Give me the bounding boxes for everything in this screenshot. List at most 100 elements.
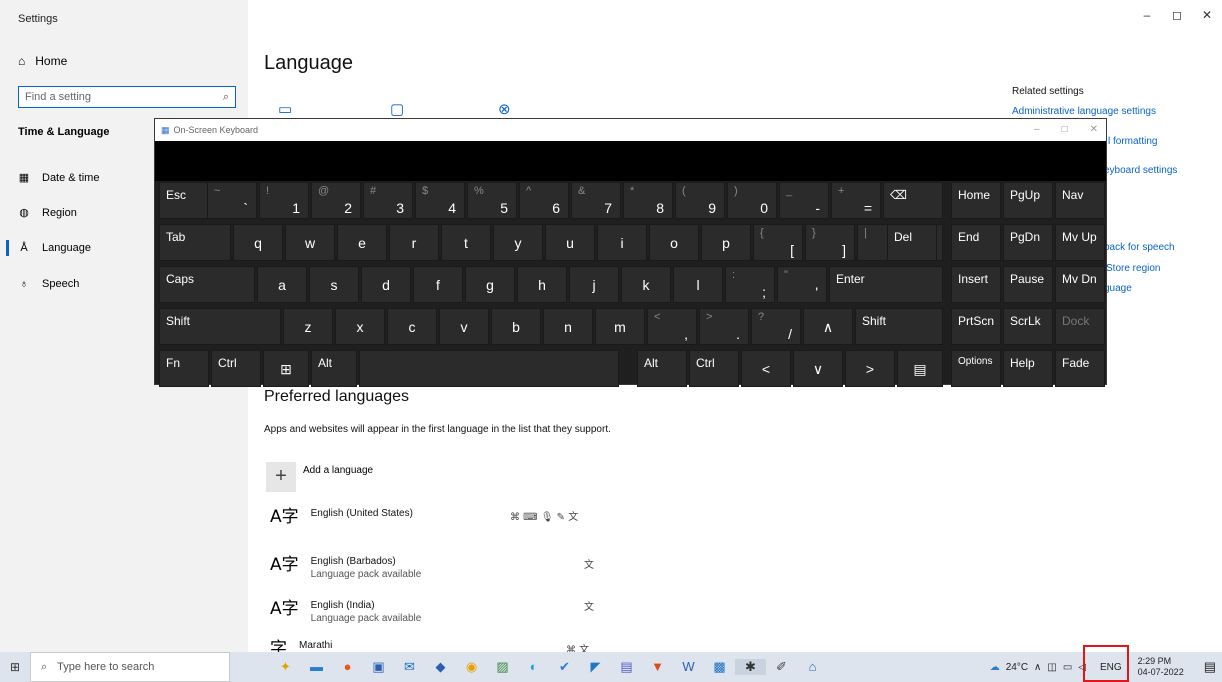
osk-key[interactable]: c [387, 308, 437, 345]
osk-key[interactable]: m [595, 308, 645, 345]
osk-key[interactable]: ) 0 [727, 182, 777, 219]
osk-key[interactable]: f [413, 266, 463, 303]
osk-minimize-button[interactable]: – [1034, 124, 1040, 135]
osk-key[interactable]: ^ 6 [519, 182, 569, 219]
osk-key[interactable]: i [597, 224, 647, 261]
osk-key[interactable]: ⊞ [263, 350, 309, 387]
osk-close-button[interactable]: ✕ [1090, 124, 1098, 135]
osk-key[interactable]: z [283, 308, 333, 345]
osk-key[interactable]: t [441, 224, 491, 261]
osk-key[interactable]: (9 [675, 182, 725, 219]
osk-key[interactable]: d [361, 266, 411, 303]
osk-key[interactable]: Del [887, 224, 937, 261]
osk-key[interactable]: ~ ` [207, 182, 257, 219]
osk-key[interactable]: ▤ [897, 350, 943, 387]
keyboard-settings-link[interactable]: eyboard settings [1104, 165, 1177, 176]
teams-icon[interactable]: ▤ [611, 659, 642, 675]
osk-key[interactable]: s [309, 266, 359, 303]
sidebar-item-language[interactable]: Å Language [18, 242, 91, 254]
edge-icon[interactable]: ◐ [518, 659, 549, 675]
osk-key[interactable]: <, [647, 308, 697, 345]
osk-key[interactable]: ! 1 [259, 182, 309, 219]
formatting-link[interactable]: l formatting [1108, 136, 1157, 147]
osk-key[interactable]: Fn [159, 350, 209, 387]
osk-key[interactable]: Enter [829, 266, 943, 303]
osk-key[interactable]: q [233, 224, 283, 261]
osk-key[interactable]: + = [831, 182, 881, 219]
word-icon[interactable]: W [673, 659, 704, 675]
todo-icon[interactable]: ✔ [549, 659, 580, 675]
osk-nav-key[interactable]: Options [951, 350, 1001, 387]
osk-key[interactable]: Alt [637, 350, 687, 387]
osk-key[interactable]: #3 [363, 182, 413, 219]
osk-key[interactable]: $4 [415, 182, 465, 219]
osk-key[interactable]: ∨ [793, 350, 843, 387]
osk-nav-key[interactable]: Mv Up [1055, 224, 1105, 261]
osk-key[interactable]: {[ [753, 224, 803, 261]
vscode-icon[interactable]: ◤ [580, 659, 611, 675]
app-icon[interactable]: ▩ [704, 659, 735, 675]
osk-key[interactable]: g [465, 266, 515, 303]
language-item[interactable]: A字 English (United States) [270, 508, 413, 526]
add-language-label[interactable]: Add a language [303, 465, 373, 476]
osk-key[interactable]: _ - [779, 182, 829, 219]
sidebar-item-region[interactable]: ◍ Region [18, 206, 77, 220]
osk-nav-key[interactable]: Help [1003, 350, 1053, 387]
osk-key[interactable]: v [439, 308, 489, 345]
window-icon[interactable]: ▢ [390, 100, 404, 118]
osk-key[interactable]: b [491, 308, 541, 345]
language-item[interactable]: A字 English (India) Language pack availab… [270, 600, 421, 624]
osk-key[interactable]: Shift [159, 308, 281, 345]
osk-key[interactable]: p [701, 224, 751, 261]
mail-icon[interactable]: ✉ [394, 659, 425, 675]
osk-key[interactable] [359, 350, 619, 387]
osk-nav-key[interactable]: Dock [1055, 308, 1105, 345]
osk-key[interactable]: & 7 [571, 182, 621, 219]
osk-nav-key[interactable]: End [951, 224, 1001, 261]
search-input[interactable]: Find a setting ⌕ [18, 86, 236, 108]
firefox-icon[interactable]: ● [332, 659, 363, 675]
osk-nav-key[interactable]: Home [951, 182, 1001, 219]
osk-key[interactable]: u [545, 224, 595, 261]
osk-key[interactable]: }] [805, 224, 855, 261]
osk-nav-key[interactable]: PgUp [1003, 182, 1053, 219]
osk-key[interactable]: % 5 [467, 182, 517, 219]
paint-icon[interactable]: ✐ [766, 659, 797, 675]
clock[interactable]: 2:29 PM 04-07-2022 [1138, 656, 1184, 678]
osk-key[interactable]: ⌫ [883, 182, 943, 219]
osk-key[interactable]: o [649, 224, 699, 261]
sidebar-item-date-time[interactable]: ▦ Date & time [18, 171, 100, 185]
task-view-icon[interactable]: ✦ [270, 659, 301, 675]
osk-key[interactable]: Shift [855, 308, 943, 345]
osk-key[interactable]: a [257, 266, 307, 303]
language-item[interactable]: A字 English (Barbados) Language pack avai… [270, 556, 421, 580]
osk-key[interactable]: * 8 [623, 182, 673, 219]
speech-pack-link[interactable]: pack for speech [1104, 242, 1175, 253]
osk-nav-key[interactable]: Fade [1055, 350, 1105, 387]
start-button[interactable]: ⊞ [0, 660, 30, 674]
clipboard-icon[interactable]: ⌂ [797, 659, 828, 675]
file-explorer-icon[interactable]: ▬ [301, 659, 332, 675]
osk-key[interactable]: n [543, 308, 593, 345]
maximize-button[interactable]: ◻ [1162, 8, 1192, 22]
osk-key[interactable]: x [335, 308, 385, 345]
osk-key[interactable]: ∧ [803, 308, 853, 345]
osk-key[interactable]: > [845, 350, 895, 387]
close-button[interactable]: ✕ [1192, 8, 1222, 22]
osk-key[interactable]: Tab [159, 224, 231, 261]
chrome-icon[interactable]: ◉ [456, 659, 487, 675]
language-link[interactable]: guage [1104, 283, 1132, 294]
osk-nav-key[interactable]: Insert [951, 266, 1001, 303]
tray-app-icon[interactable]: ◫ [1047, 662, 1056, 673]
osk-key[interactable]: r [389, 224, 439, 261]
osk-key[interactable]: e [337, 224, 387, 261]
osk-key[interactable]: k [621, 266, 671, 303]
admin-language-link[interactable]: Administrative language settings [1012, 106, 1156, 117]
photos-icon[interactable]: ◆ [425, 659, 456, 675]
chevron-up-icon[interactable]: ∧ [1034, 662, 1041, 673]
osk-key[interactable]: >. [699, 308, 749, 345]
add-language-button[interactable]: + [266, 462, 296, 492]
osk-titlebar[interactable]: ▦ On-Screen Keyboard – □ ✕ [155, 119, 1106, 141]
store-icon[interactable]: ▣ [363, 659, 394, 675]
minimize-button[interactable]: – [1132, 8, 1162, 22]
